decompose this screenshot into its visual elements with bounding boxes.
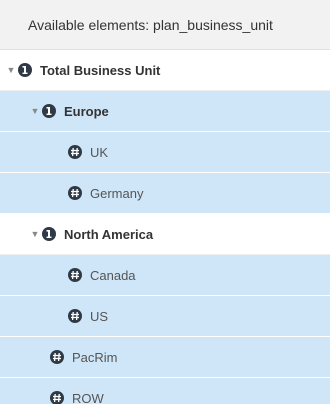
tree-row-label: Total Business Unit [40, 62, 161, 78]
tree-row-us[interactable]: US [0, 296, 330, 337]
chevron-down-icon[interactable]: ▼ [6, 65, 16, 75]
leaf-element-icon [68, 186, 82, 200]
panel-header: Available elements: plan_business_unit [0, 0, 330, 50]
tree-row-row[interactable]: ROW [0, 378, 330, 404]
tree-row-uk[interactable]: UK [0, 132, 330, 173]
leaf-element-icon [50, 391, 64, 404]
tree-row-germany[interactable]: Germany [0, 173, 330, 214]
tree-row-canada[interactable]: Canada [0, 255, 330, 296]
tree-row-label: US [90, 308, 109, 324]
tree-row-label: Germany [90, 185, 144, 201]
tree-row-label: PacRim [72, 349, 118, 365]
panel-title: Available elements: plan_business_unit [28, 16, 273, 33]
leaf-element-icon [50, 350, 64, 364]
consolidated-element-icon [18, 63, 32, 77]
tree-row-total-business-unit[interactable]: ▼ Total Business Unit [0, 50, 330, 91]
leaf-element-icon [68, 268, 82, 282]
leaf-element-icon [68, 145, 82, 159]
chevron-down-icon[interactable]: ▼ [30, 229, 40, 239]
consolidated-element-icon [42, 227, 56, 241]
tree-row-north-america[interactable]: ▼ North America [0, 214, 330, 255]
tree-row-label: Europe [64, 103, 109, 119]
tree-row-pacrim[interactable]: PacRim [0, 337, 330, 378]
consolidated-element-icon [42, 104, 56, 118]
dimension-element-panel: Available elements: plan_business_unit ▼… [0, 0, 330, 404]
tree-row-europe[interactable]: ▼ Europe [0, 91, 330, 132]
tree-row-label: UK [90, 144, 109, 160]
leaf-element-icon [68, 309, 82, 323]
tree-row-label: ROW [72, 390, 104, 404]
tree-row-label: Canada [90, 267, 136, 283]
chevron-down-icon[interactable]: ▼ [30, 106, 40, 116]
tree-row-label: North America [64, 226, 154, 242]
